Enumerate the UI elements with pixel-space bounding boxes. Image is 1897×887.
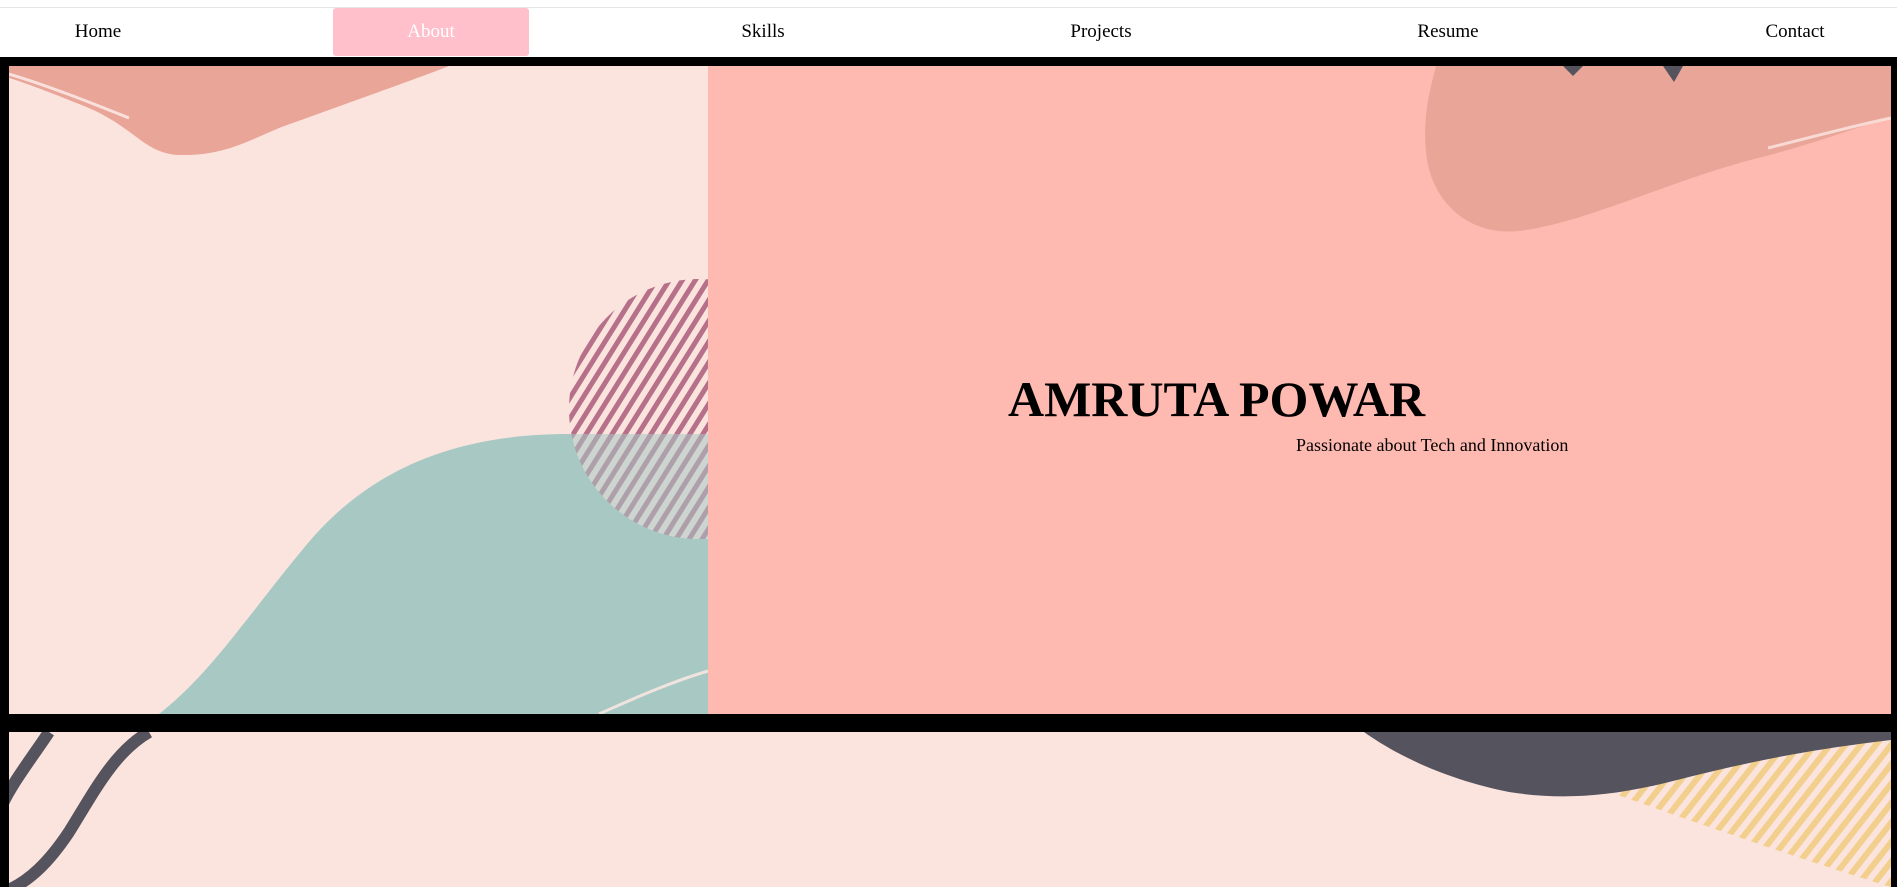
nav-resume-link[interactable]: Resume xyxy=(1398,8,1498,56)
hero-intro-panel: AMRUTA POWAR Passionate about Tech and I… xyxy=(708,66,1891,714)
nav-contact-link[interactable]: Contact xyxy=(1745,8,1845,56)
hero-name-heading: AMRUTA POWAR xyxy=(1008,370,1426,427)
nav-home-link[interactable]: Home xyxy=(48,8,148,56)
nav-about-link[interactable]: About xyxy=(333,8,529,56)
next-section xyxy=(0,723,1897,887)
nav-projects-link[interactable]: Projects xyxy=(1051,8,1151,56)
nav-skills-link[interactable]: Skills xyxy=(713,8,813,56)
hero-tagline: Passionate about Tech and Innovation xyxy=(1296,435,1569,455)
hero-section: AMRUTA POWAR Passionate about Tech and I… xyxy=(0,57,1897,732)
hero-decorative-image xyxy=(9,66,708,714)
abstract-shapes-graphic xyxy=(9,66,708,714)
section-decorative-image xyxy=(9,732,1891,887)
main-navigation: Home About Skills Projects Resume Contac… xyxy=(0,8,1897,56)
abstract-shapes-graphic-2 xyxy=(9,732,1891,887)
